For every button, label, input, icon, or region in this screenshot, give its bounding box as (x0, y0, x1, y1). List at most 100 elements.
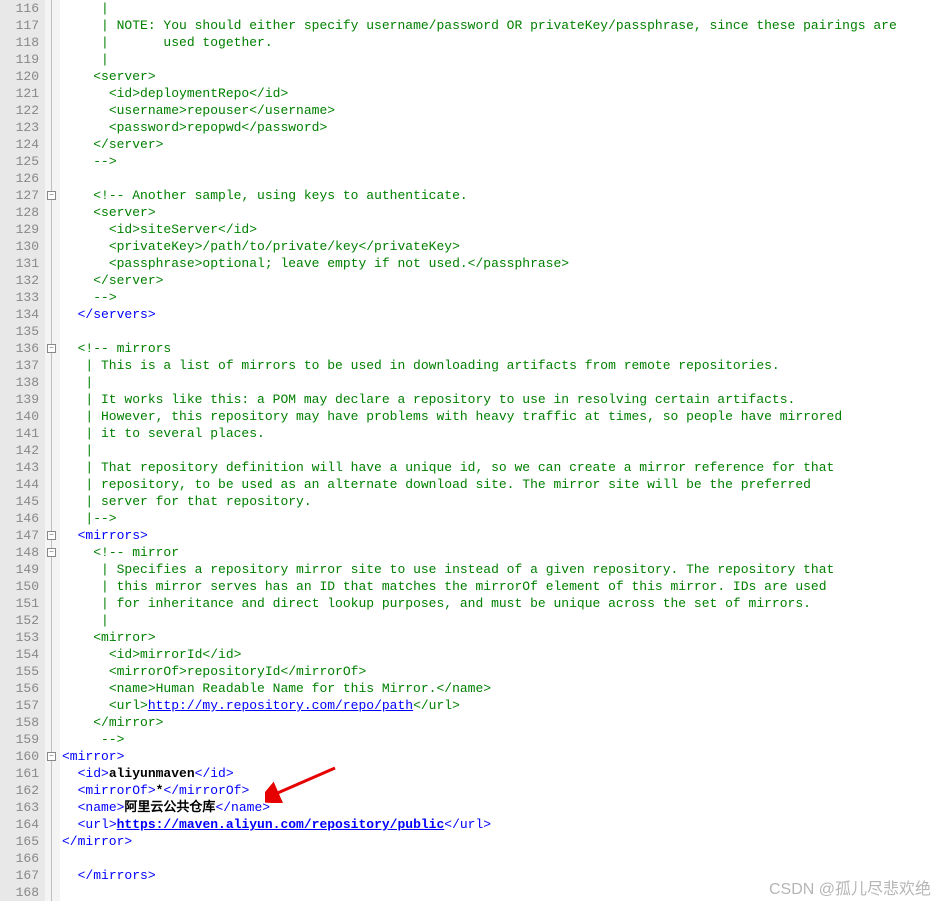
line-number: 129 (0, 221, 39, 238)
code-line: </server> (62, 136, 943, 153)
code-area[interactable]: | | NOTE: You should either specify user… (60, 0, 943, 901)
line-number: 164 (0, 816, 39, 833)
code-line: --> (62, 731, 943, 748)
code-line: <!-- mirror (62, 544, 943, 561)
code-line: </mirrors> (62, 867, 943, 884)
line-number: 140 (0, 408, 39, 425)
line-number: 130 (0, 238, 39, 255)
line-number: 166 (0, 850, 39, 867)
line-number: 165 (0, 833, 39, 850)
line-number: 131 (0, 255, 39, 272)
line-number: 132 (0, 272, 39, 289)
line-number-gutter: 1161171181191201211221231241251261271281… (0, 0, 45, 901)
code-line: | (62, 0, 943, 17)
line-number: 124 (0, 136, 39, 153)
fold-toggle[interactable]: − (47, 548, 56, 557)
code-line: | this mirror serves has an ID that matc… (62, 578, 943, 595)
code-line: | it to several places. (62, 425, 943, 442)
code-line: </mirror> (62, 833, 943, 850)
code-line: | server for that repository. (62, 493, 943, 510)
fold-toggle[interactable]: − (47, 752, 56, 761)
line-number: 139 (0, 391, 39, 408)
line-number: 145 (0, 493, 39, 510)
code-line: <name>阿里云公共仓库</name> (62, 799, 943, 816)
line-number: 163 (0, 799, 39, 816)
line-number: 150 (0, 578, 39, 595)
line-number: 157 (0, 697, 39, 714)
code-line (62, 170, 943, 187)
line-number: 125 (0, 153, 39, 170)
code-line: | used together. (62, 34, 943, 51)
code-line: <passphrase>optional; leave empty if not… (62, 255, 943, 272)
code-line: <!-- mirrors (62, 340, 943, 357)
fold-toggle[interactable]: − (47, 344, 56, 353)
code-line: <!-- Another sample, using keys to authe… (62, 187, 943, 204)
code-line: <mirror> (62, 748, 943, 765)
code-line: | Specifies a repository mirror site to … (62, 561, 943, 578)
line-number: 152 (0, 612, 39, 629)
code-line: | That repository definition will have a… (62, 459, 943, 476)
code-line: | (62, 51, 943, 68)
line-number: 138 (0, 374, 39, 391)
code-line: <username>repouser</username> (62, 102, 943, 119)
code-line (62, 850, 943, 867)
code-line: </mirror> (62, 714, 943, 731)
line-number: 122 (0, 102, 39, 119)
line-number: 154 (0, 646, 39, 663)
line-number: 134 (0, 306, 39, 323)
code-line: | NOTE: You should either specify userna… (62, 17, 943, 34)
line-number: 144 (0, 476, 39, 493)
code-line: <name>Human Readable Name for this Mirro… (62, 680, 943, 697)
code-line: <id>aliyunmaven</id> (62, 765, 943, 782)
code-line (62, 323, 943, 340)
line-number: 133 (0, 289, 39, 306)
line-number: 117 (0, 17, 39, 34)
code-line: | It works like this: a POM may declare … (62, 391, 943, 408)
code-line: | repository, to be used as an alternate… (62, 476, 943, 493)
line-number: 128 (0, 204, 39, 221)
line-number: 121 (0, 85, 39, 102)
code-line: <id>deploymentRepo</id> (62, 85, 943, 102)
line-number: 142 (0, 442, 39, 459)
line-number: 147 (0, 527, 39, 544)
line-number: 116 (0, 0, 39, 17)
line-number: 127 (0, 187, 39, 204)
line-number: 146 (0, 510, 39, 527)
fold-toggle[interactable]: − (47, 191, 56, 200)
line-number: 155 (0, 663, 39, 680)
line-number: 153 (0, 629, 39, 646)
line-number: 143 (0, 459, 39, 476)
line-number: 137 (0, 357, 39, 374)
code-line: <id>siteServer</id> (62, 221, 943, 238)
code-line: <url>https://maven.aliyun.com/repository… (62, 816, 943, 833)
fold-toggle[interactable]: − (47, 531, 56, 540)
code-line: | (62, 612, 943, 629)
code-line: | However, this repository may have prob… (62, 408, 943, 425)
line-number: 135 (0, 323, 39, 340)
code-line: | (62, 374, 943, 391)
code-line: </servers> (62, 306, 943, 323)
line-number: 160 (0, 748, 39, 765)
line-number: 156 (0, 680, 39, 697)
line-number: 168 (0, 884, 39, 901)
line-number: 158 (0, 714, 39, 731)
line-number: 126 (0, 170, 39, 187)
code-line: | (62, 442, 943, 459)
code-line: <mirrors> (62, 527, 943, 544)
code-line: | This is a list of mirrors to be used i… (62, 357, 943, 374)
code-line: <mirrorOf>*</mirrorOf> (62, 782, 943, 799)
line-number: 118 (0, 34, 39, 51)
code-line: <mirrorOf>repositoryId</mirrorOf> (62, 663, 943, 680)
code-editor[interactable]: 1161171181191201211221231241251261271281… (0, 0, 943, 901)
line-number: 141 (0, 425, 39, 442)
fold-column[interactable]: − − − − − (45, 0, 60, 901)
code-line: |--> (62, 510, 943, 527)
line-number: 148 (0, 544, 39, 561)
line-number: 136 (0, 340, 39, 357)
line-number: 151 (0, 595, 39, 612)
code-line: <password>repopwd</password> (62, 119, 943, 136)
line-number: 167 (0, 867, 39, 884)
line-number: 159 (0, 731, 39, 748)
line-number: 161 (0, 765, 39, 782)
code-line (62, 884, 943, 901)
